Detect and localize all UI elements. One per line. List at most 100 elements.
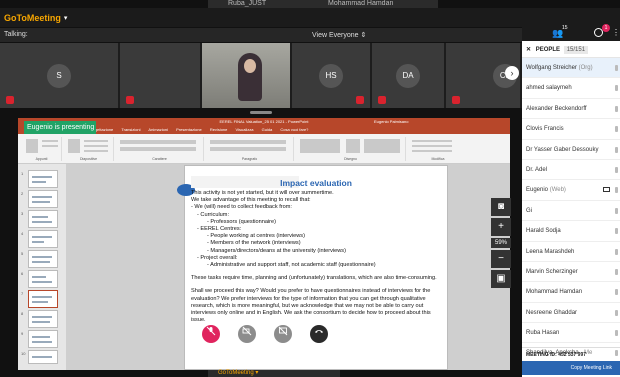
- slide-thumbnail[interactable]: 2: [21, 190, 58, 208]
- slide-text-line: This activity is not yet started, but it…: [191, 190, 334, 196]
- resize-divider[interactable]: [0, 108, 522, 118]
- close-icon[interactable]: ✕: [526, 47, 531, 53]
- webcam-tile-video[interactable]: [202, 43, 292, 108]
- ppt-tab: Cosa vuoi fare?: [280, 127, 309, 132]
- fit-screen-icon[interactable]: ▣: [491, 270, 511, 288]
- app-logo[interactable]: GoToMeeting: [4, 13, 61, 23]
- view-caret-icon: ⇕: [360, 32, 367, 39]
- slide-thumbnail[interactable]: 8: [21, 310, 58, 328]
- slide-thumbnail[interactable]: 10: [21, 350, 58, 364]
- webcam-tile[interactable]: HS: [292, 43, 372, 108]
- participant-row[interactable]: ahmed salaymeh: [522, 78, 620, 99]
- people-panel-header: ✕ PEOPLE 15/151: [522, 41, 620, 58]
- ribbon-group: Modifica: [408, 137, 468, 161]
- slide-thumbnail-selected[interactable]: 7: [21, 290, 58, 308]
- mic-icon: [615, 146, 618, 153]
- screen-share-icon: [603, 187, 610, 193]
- mic-icon: [615, 65, 618, 71]
- copy-meeting-link-button[interactable]: Copy Meeting Link: [522, 361, 620, 375]
- webcam-tile[interactable]: S: [0, 43, 120, 108]
- ppt-tab: Guida: [261, 127, 273, 132]
- participant-row[interactable]: Dr. Adel: [522, 160, 620, 181]
- chevron-down-icon[interactable]: ▾: [64, 14, 68, 22]
- participant-row[interactable]: Nesreene Ghaddar: [522, 303, 620, 324]
- slide-thumbnails: 1 2 3 4 5 6 7 8 9 10: [18, 164, 66, 370]
- participant-row[interactable]: Dr Yasser Gaber Dessouky: [522, 140, 620, 160]
- slide-thumbnail[interactable]: 9: [21, 330, 58, 348]
- muted-mic-icon: [356, 96, 364, 104]
- presenter-tag: Eugenio is presenting: [24, 121, 96, 134]
- screen-button[interactable]: [274, 325, 292, 343]
- avatar: HS: [319, 63, 343, 88]
- zoom-out-button[interactable]: −: [491, 250, 511, 268]
- zoom-in-button[interactable]: +: [491, 218, 511, 236]
- people-count-badge: 15/151: [563, 46, 589, 54]
- ribbon-group: Disegno: [296, 137, 406, 161]
- ribbon-group: Carattere: [116, 137, 204, 161]
- avatar: S: [47, 63, 71, 88]
- view-selector[interactable]: View Everyone ⇕: [312, 31, 366, 39]
- slide-heading: Impact evaluation: [280, 178, 352, 188]
- participant-name: Ruba Hasan: [526, 330, 560, 337]
- slide-thumbnail[interactable]: 1: [21, 170, 58, 188]
- slide-thumbnail[interactable]: 3: [21, 210, 58, 228]
- webcam-tile[interactable]: [120, 43, 202, 108]
- webcam-tile[interactable]: DA: [372, 43, 446, 108]
- slide-text-line: - EEREL Centres:: [197, 226, 242, 233]
- mic-icon: [615, 309, 618, 316]
- participant-row[interactable]: Eugenio (Web): [522, 180, 620, 201]
- participant-row[interactable]: Clovis Francis: [522, 119, 620, 140]
- slide-text-line: - We (will) need to collect feedback fro…: [191, 204, 292, 211]
- slide-thumbnail[interactable]: 4: [21, 230, 58, 248]
- participant-row[interactable]: Alexander Beckendorff: [522, 99, 620, 120]
- ribbon-group: Paragrafo: [206, 137, 294, 161]
- participant-name: Leena Marashdeh: [526, 248, 575, 255]
- muted-mic-icon: [452, 96, 460, 104]
- participant-name: Wolfgang Streicher: [526, 65, 577, 71]
- next-page-arrow-icon[interactable]: ›: [505, 66, 519, 80]
- camera-button[interactable]: [238, 325, 256, 343]
- participant-face: [244, 59, 256, 73]
- participant-row[interactable]: Harald Sodja: [522, 221, 620, 242]
- participant-row[interactable]: Leena Marashdeh: [522, 242, 620, 262]
- slide-text-line: Shall we proceed this way? Would you pre…: [191, 288, 431, 324]
- mic-muted-icon: [206, 326, 216, 336]
- mic-icon: [615, 85, 618, 92]
- participant-row[interactable]: Gi: [522, 201, 620, 222]
- screen-label: Screen: [275, 347, 291, 352]
- participant-row[interactable]: Marvin Scherzinger: [522, 262, 620, 283]
- slide-text-line: - Professors (questionnaire): [207, 218, 277, 225]
- participant-row[interactable]: Mohammad Hamdan: [522, 282, 620, 303]
- background-window-strip: Ruba_JUST Mohammad Hamdan: [208, 0, 438, 8]
- mic-button[interactable]: [202, 325, 220, 343]
- snapshot-camera-icon[interactable]: ◙: [491, 198, 511, 216]
- participant-name: Eugenio: [526, 187, 549, 194]
- ppt-tab: Presentazione: [176, 127, 202, 132]
- drag-handle[interactable]: [250, 111, 272, 114]
- more-icon[interactable]: ⋮: [612, 28, 620, 37]
- muted-mic-icon: [126, 96, 134, 104]
- ppt-tab: Transizioni: [121, 127, 141, 132]
- slide-thumbnail[interactable]: 6: [21, 270, 58, 288]
- slide-thumbnail[interactable]: 5: [21, 250, 58, 268]
- participant-row[interactable]: Wolfgang Streicher (Org): [522, 58, 620, 79]
- people-title: PEOPLE: [535, 47, 561, 53]
- view-label: View Everyone: [312, 32, 359, 39]
- leave-button[interactable]: [310, 325, 328, 343]
- ribbon-group-label: Appunti: [35, 157, 48, 161]
- mic-icon: [615, 207, 618, 214]
- camera-off-icon: [242, 326, 252, 336]
- ribbon-group-label: Carattere: [152, 157, 167, 161]
- people-panel: ✕ PEOPLE 15/151 Wolfgang Streicher (Org)…: [522, 41, 620, 377]
- ppt-ribbon: Appunti Diapositive Carattere Paragrafo …: [18, 134, 510, 164]
- participant-row[interactable]: Ruba Hasan: [522, 323, 620, 344]
- slide-text-line: - People working at centres (interviews): [207, 233, 305, 240]
- participant-name: Marvin Scherzinger: [526, 268, 578, 275]
- participant-name: ahmed salaymeh: [526, 85, 572, 92]
- participant-name: Dr. Adel: [526, 166, 548, 173]
- ppt-user-name: Eugenio Palmisano: [374, 119, 409, 124]
- ribbon-group-label: Modifica: [431, 157, 445, 161]
- meeting-id: MEETING ID: 452 537 997: [522, 347, 620, 361]
- mic-icon: [615, 268, 618, 275]
- mic-icon: [615, 187, 618, 194]
